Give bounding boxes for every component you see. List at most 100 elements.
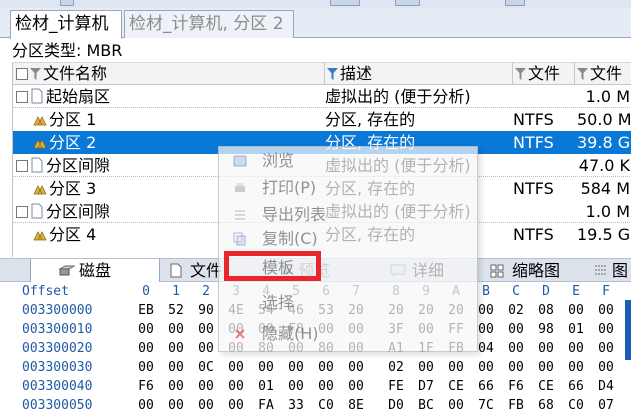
hex-byte[interactable]: 00 (446, 358, 466, 377)
hex-byte[interactable]: C0 (566, 396, 586, 415)
hex-byte[interactable]: 00 (566, 301, 586, 320)
hex-byte[interactable]: 00 (136, 396, 156, 415)
hex-byte[interactable]: 00 (416, 358, 436, 377)
hex-byte[interactable]: 00 (506, 339, 526, 358)
hex-byte[interactable]: 00 (196, 320, 216, 339)
hex-byte[interactable]: FA (256, 396, 276, 415)
hex-byte[interactable]: 00 (346, 358, 366, 377)
hex-byte[interactable]: 00 (596, 358, 616, 377)
hex-byte[interactable]: 00 (596, 301, 616, 320)
hex-byte[interactable]: 00 (226, 396, 246, 415)
hex-byte[interactable]: 00 (136, 358, 156, 377)
hex-row[interactable]: 003300030 00 00 0C 00 00 00 00 00 02 00 00 00 00 00 00 0… (0, 358, 631, 377)
hex-byte[interactable]: FB (506, 396, 526, 415)
hex-byte[interactable]: 00 (316, 377, 336, 396)
hex-byte[interactable]: BC (416, 396, 436, 415)
hex-row[interactable]: 003300040 F6 00 00 00 01 00 00 00 FE D7 CE 66 F6 CE 66 D… (0, 377, 631, 396)
column-header-desc[interactable]: 描述 (325, 63, 513, 85)
row-checkbox[interactable] (16, 91, 28, 103)
hex-byte[interactable]: 00 (506, 320, 526, 339)
filter-icon[interactable] (327, 68, 338, 80)
column-header-size[interactable]: 文件 (575, 63, 631, 85)
hex-byte[interactable]: 00 (596, 320, 616, 339)
hex-byte[interactable]: 00 (166, 320, 186, 339)
hex-byte[interactable]: 00 (226, 377, 246, 396)
hex-byte[interactable]: 00 (476, 358, 496, 377)
hex-byte[interactable]: 01 (256, 377, 276, 396)
menu-item-browse[interactable]: 浏览 (219, 150, 477, 172)
table-row[interactable]: 起始扇区 虚拟出的 (便于分析) 1.0 M (13, 85, 631, 108)
hex-byte[interactable]: 00 (226, 358, 246, 377)
row-checkbox[interactable] (16, 160, 28, 172)
hex-scrollbar-thumb[interactable] (625, 300, 631, 360)
hex-byte[interactable]: 00 (506, 358, 526, 377)
hex-byte[interactable]: C0 (316, 396, 336, 415)
hex-byte[interactable]: 00 (286, 377, 306, 396)
hex-byte[interactable]: 00 (566, 358, 586, 377)
column-header-filesystem[interactable]: 文件 (513, 63, 575, 85)
hex-byte[interactable]: 00 (166, 339, 186, 358)
hex-byte[interactable]: 02 (506, 301, 526, 320)
hex-byte[interactable]: 04 (476, 339, 496, 358)
hex-row[interactable]: 003300050 00 00 00 00 FA 33 C0 8E D0 BC 00 7C FB 68 C0 0… (0, 396, 631, 415)
hex-byte[interactable]: 66 (566, 377, 586, 396)
hex-byte[interactable]: 02 (386, 358, 406, 377)
hex-byte[interactable]: 08 (536, 301, 556, 320)
hex-byte[interactable]: 00 (136, 339, 156, 358)
hex-byte[interactable]: 00 (596, 339, 616, 358)
hex-byte[interactable]: 66 (476, 377, 496, 396)
tab-disk[interactable]: 磁盘 (30, 259, 160, 282)
tab-evidence-partition-2[interactable]: 检材_计算机, 分区 2 (124, 10, 294, 38)
filter-icon[interactable] (30, 68, 41, 80)
hex-byte[interactable]: 00 (286, 358, 306, 377)
hex-byte[interactable]: 00 (536, 339, 556, 358)
tab-evidence-computer[interactable]: 检材_计算机 (10, 10, 122, 39)
menu-item-export-list[interactable]: 导出列表 (219, 204, 477, 226)
toolbar-button[interactable] (60, 0, 74, 6)
hex-byte[interactable]: 00 (536, 358, 556, 377)
hex-byte[interactable]: 68 (536, 396, 556, 415)
hex-byte[interactable]: 7C (476, 396, 496, 415)
hex-byte[interactable]: 00 (136, 320, 156, 339)
hex-byte[interactable]: D0 (386, 396, 406, 415)
hex-byte[interactable]: CE (446, 377, 466, 396)
hex-byte[interactable]: 00 (166, 377, 186, 396)
tab-gallery[interactable]: 图 (592, 259, 631, 282)
hex-byte[interactable]: 90 (196, 301, 216, 320)
hex-byte[interactable]: 0C (196, 358, 216, 377)
hex-byte[interactable]: F6 (506, 377, 526, 396)
hex-byte[interactable]: EB (136, 301, 156, 320)
hex-byte[interactable]: 00 (446, 396, 466, 415)
hex-byte[interactable]: 33 (286, 396, 306, 415)
hex-byte[interactable]: D7 (416, 377, 436, 396)
hex-byte[interactable]: 98 (536, 320, 556, 339)
select-all-checkbox[interactable] (16, 68, 28, 80)
hex-byte[interactable]: 8E (346, 396, 366, 415)
menu-item-print[interactable]: 打印(P) (219, 177, 477, 199)
column-header-name[interactable]: 文件名称 (13, 63, 325, 85)
row-checkbox[interactable] (16, 206, 28, 218)
filter-icon[interactable] (515, 68, 526, 80)
table-row[interactable]: 分区 1 分区, 存在的 NTFS 50.0 M (13, 108, 631, 131)
hex-byte[interactable]: 00 (166, 396, 186, 415)
hex-byte[interactable]: 00 (566, 339, 586, 358)
toolbar-button[interactable] (395, 0, 420, 6)
hex-byte[interactable]: CE (536, 377, 556, 396)
hex-byte[interactable]: FE (386, 377, 406, 396)
tab-thumbnail[interactable]: 缩略图 (490, 259, 580, 282)
toolbar-button[interactable] (330, 0, 360, 6)
hex-byte[interactable]: 00 (476, 320, 496, 339)
filter-icon[interactable] (577, 68, 588, 80)
menu-item-hide[interactable]: 隐藏(H) (219, 323, 477, 345)
toolbar-button[interactable] (505, 0, 525, 6)
menu-item-copy[interactable]: 复制(C) (219, 228, 477, 250)
hex-byte[interactable]: 00 (316, 358, 336, 377)
hex-byte[interactable]: F6 (136, 377, 156, 396)
hex-byte[interactable]: 00 (166, 358, 186, 377)
hex-byte[interactable]: 52 (166, 301, 186, 320)
hex-byte[interactable]: 07 (596, 396, 616, 415)
hex-byte[interactable]: 00 (196, 339, 216, 358)
hex-byte[interactable]: 00 (196, 396, 216, 415)
hex-byte[interactable]: 01 (566, 320, 586, 339)
hex-byte[interactable]: D4 (596, 377, 616, 396)
